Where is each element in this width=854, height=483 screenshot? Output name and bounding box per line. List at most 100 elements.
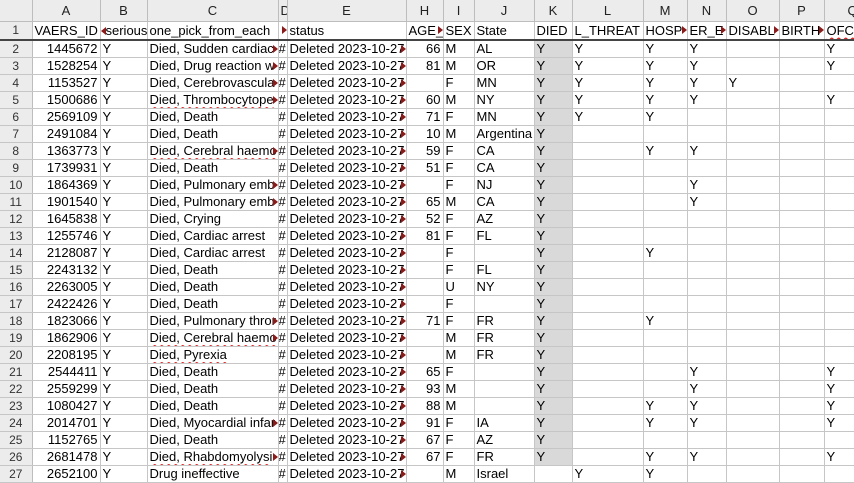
cell-d-col[interactable]: # xyxy=(278,431,288,449)
row-header[interactable]: 8 xyxy=(0,142,33,160)
column-header-D[interactable]: D xyxy=(278,0,288,22)
cell-serious[interactable]: Y xyxy=(100,363,148,381)
cell-serious[interactable]: Y xyxy=(100,448,148,466)
cell-l-threat[interactable]: Y xyxy=(572,57,644,75)
cell-l-threat[interactable] xyxy=(572,210,644,228)
cell-l-threat[interactable] xyxy=(572,278,644,296)
cell-serious[interactable]: Y xyxy=(100,244,148,262)
cell-er-ed[interactable]: Y xyxy=(687,193,727,211)
cell-sex[interactable]: M xyxy=(443,57,475,75)
cell-vaers-id[interactable]: 1528254 xyxy=(32,57,101,75)
cell-disabl[interactable] xyxy=(726,397,780,415)
cell-hosp[interactable]: Y xyxy=(643,108,688,126)
cell-serious[interactable]: Y xyxy=(100,261,148,279)
row-header[interactable]: 14 xyxy=(0,244,33,262)
cell-one-pick[interactable]: Died, Pulmonary emb xyxy=(147,193,279,211)
cell-sex[interactable]: F xyxy=(443,431,475,449)
cell-l-threat[interactable] xyxy=(572,312,644,330)
row-header[interactable]: 16 xyxy=(0,278,33,296)
cell-hosp[interactable] xyxy=(643,227,688,245)
cell-er-ed[interactable] xyxy=(687,346,727,364)
cell-status[interactable]: Deleted 2023-10-27 xyxy=(287,448,407,466)
cell-d-col[interactable]: # xyxy=(278,40,288,58)
cell-one-pick[interactable]: Died, Crying xyxy=(147,210,279,228)
cell-vaers-id[interactable]: 2681478 xyxy=(32,448,101,466)
cell-disabl[interactable] xyxy=(726,57,780,75)
cell-ofc[interactable]: Y xyxy=(824,91,854,109)
cell-state[interactable]: NY xyxy=(474,278,535,296)
cell-age[interactable]: 81 xyxy=(406,57,444,75)
cell-died[interactable]: Y xyxy=(534,261,573,279)
cell-one-pick[interactable]: Died, Death xyxy=(147,363,279,381)
cell-hosp[interactable]: Y xyxy=(643,91,688,109)
cell-birth[interactable] xyxy=(779,397,825,415)
cell-age[interactable] xyxy=(406,329,444,347)
cell-serious[interactable]: Y xyxy=(100,431,148,449)
header-cell-er-ed[interactable]: ER_E xyxy=(687,21,727,41)
cell-disabl[interactable] xyxy=(726,329,780,347)
cell-hosp[interactable] xyxy=(643,261,688,279)
cell-birth[interactable] xyxy=(779,261,825,279)
cell-status[interactable]: Deleted 2023-10-27 xyxy=(287,125,407,143)
cell-ofc[interactable] xyxy=(824,227,854,245)
cell-ofc[interactable] xyxy=(824,193,854,211)
cell-l-threat[interactable] xyxy=(572,261,644,279)
cell-birth[interactable] xyxy=(779,363,825,381)
cell-vaers-id[interactable]: 1445672 xyxy=(32,40,101,58)
cell-hosp[interactable] xyxy=(643,380,688,398)
cell-sex[interactable]: F xyxy=(443,142,475,160)
cell-one-pick[interactable]: Died, Pulmonary emb xyxy=(147,176,279,194)
cell-birth[interactable] xyxy=(779,380,825,398)
cell-birth[interactable] xyxy=(779,40,825,58)
cell-one-pick[interactable]: Died, Death xyxy=(147,261,279,279)
cell-hosp[interactable]: Y xyxy=(643,312,688,330)
cell-l-threat[interactable] xyxy=(572,244,644,262)
cell-status[interactable]: Deleted 2023-10-27 xyxy=(287,278,407,296)
cell-birth[interactable] xyxy=(779,142,825,160)
cell-status[interactable]: Deleted 2023-10-27 xyxy=(287,329,407,347)
cell-died[interactable]: Y xyxy=(534,244,573,262)
cell-d-col[interactable]: # xyxy=(278,329,288,347)
cell-ofc[interactable] xyxy=(824,329,854,347)
cell-birth[interactable] xyxy=(779,193,825,211)
cell-l-threat[interactable] xyxy=(572,380,644,398)
cell-disabl[interactable] xyxy=(726,346,780,364)
cell-er-ed[interactable] xyxy=(687,329,727,347)
cell-er-ed[interactable]: Y xyxy=(687,414,727,432)
cell-l-threat[interactable] xyxy=(572,227,644,245)
cell-vaers-id[interactable]: 1901540 xyxy=(32,193,101,211)
row-header[interactable]: 7 xyxy=(0,125,33,143)
cell-birth[interactable] xyxy=(779,346,825,364)
cell-serious[interactable]: Y xyxy=(100,210,148,228)
row-header[interactable]: 19 xyxy=(0,329,33,347)
cell-status[interactable]: Deleted 2023-10-27 xyxy=(287,244,407,262)
cell-hosp[interactable] xyxy=(643,278,688,296)
cell-d-col[interactable]: # xyxy=(278,159,288,177)
cell-state[interactable] xyxy=(474,380,535,398)
cell-sex[interactable]: M xyxy=(443,397,475,415)
cell-ofc[interactable]: Y xyxy=(824,397,854,415)
column-header-J[interactable]: J xyxy=(474,0,535,22)
column-header-L[interactable]: L xyxy=(572,0,644,22)
cell-state[interactable]: CA xyxy=(474,159,535,177)
cell-status[interactable]: Deleted 2023-10-27 xyxy=(287,159,407,177)
header-cell-hosp[interactable]: HOSP xyxy=(643,21,688,41)
cell-d-col[interactable]: # xyxy=(278,176,288,194)
cell-status[interactable]: Deleted 2023-10-27 xyxy=(287,380,407,398)
cell-disabl[interactable] xyxy=(726,363,780,381)
cell-l-threat[interactable] xyxy=(572,448,644,466)
cell-died[interactable]: Y xyxy=(534,176,573,194)
cell-died[interactable]: Y xyxy=(534,346,573,364)
cell-died[interactable]: Y xyxy=(534,57,573,75)
cell-vaers-id[interactable]: 1862906 xyxy=(32,329,101,347)
cell-one-pick[interactable]: Died, Pulmonary thror xyxy=(147,312,279,330)
cell-birth[interactable] xyxy=(779,448,825,466)
cell-hosp[interactable] xyxy=(643,346,688,364)
cell-ofc[interactable]: Y xyxy=(824,448,854,466)
cell-one-pick[interactable]: Died, Pyrexia xyxy=(147,346,279,364)
cell-birth[interactable] xyxy=(779,108,825,126)
cell-d-col[interactable]: # xyxy=(278,210,288,228)
cell-state[interactable] xyxy=(474,244,535,262)
cell-sex[interactable]: F xyxy=(443,159,475,177)
cell-vaers-id[interactable]: 1080427 xyxy=(32,397,101,415)
